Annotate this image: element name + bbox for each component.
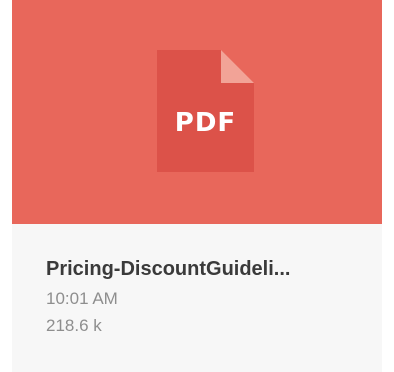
file-attachment-card[interactable]: PDF Pricing-DiscountGuideli... 10:01 AM …	[12, 0, 382, 372]
file-name[interactable]: Pricing-DiscountGuideli...	[46, 258, 376, 280]
pdf-file-icon: PDF	[157, 50, 254, 172]
file-thumbnail[interactable]: PDF	[12, 0, 382, 224]
file-details: Pricing-DiscountGuideli... 10:01 AM 218.…	[46, 258, 376, 342]
file-size: 218.6 k	[46, 316, 102, 335]
file-type-label: PDF	[174, 108, 237, 138]
file-timestamp: 10:01 AM	[46, 289, 118, 308]
